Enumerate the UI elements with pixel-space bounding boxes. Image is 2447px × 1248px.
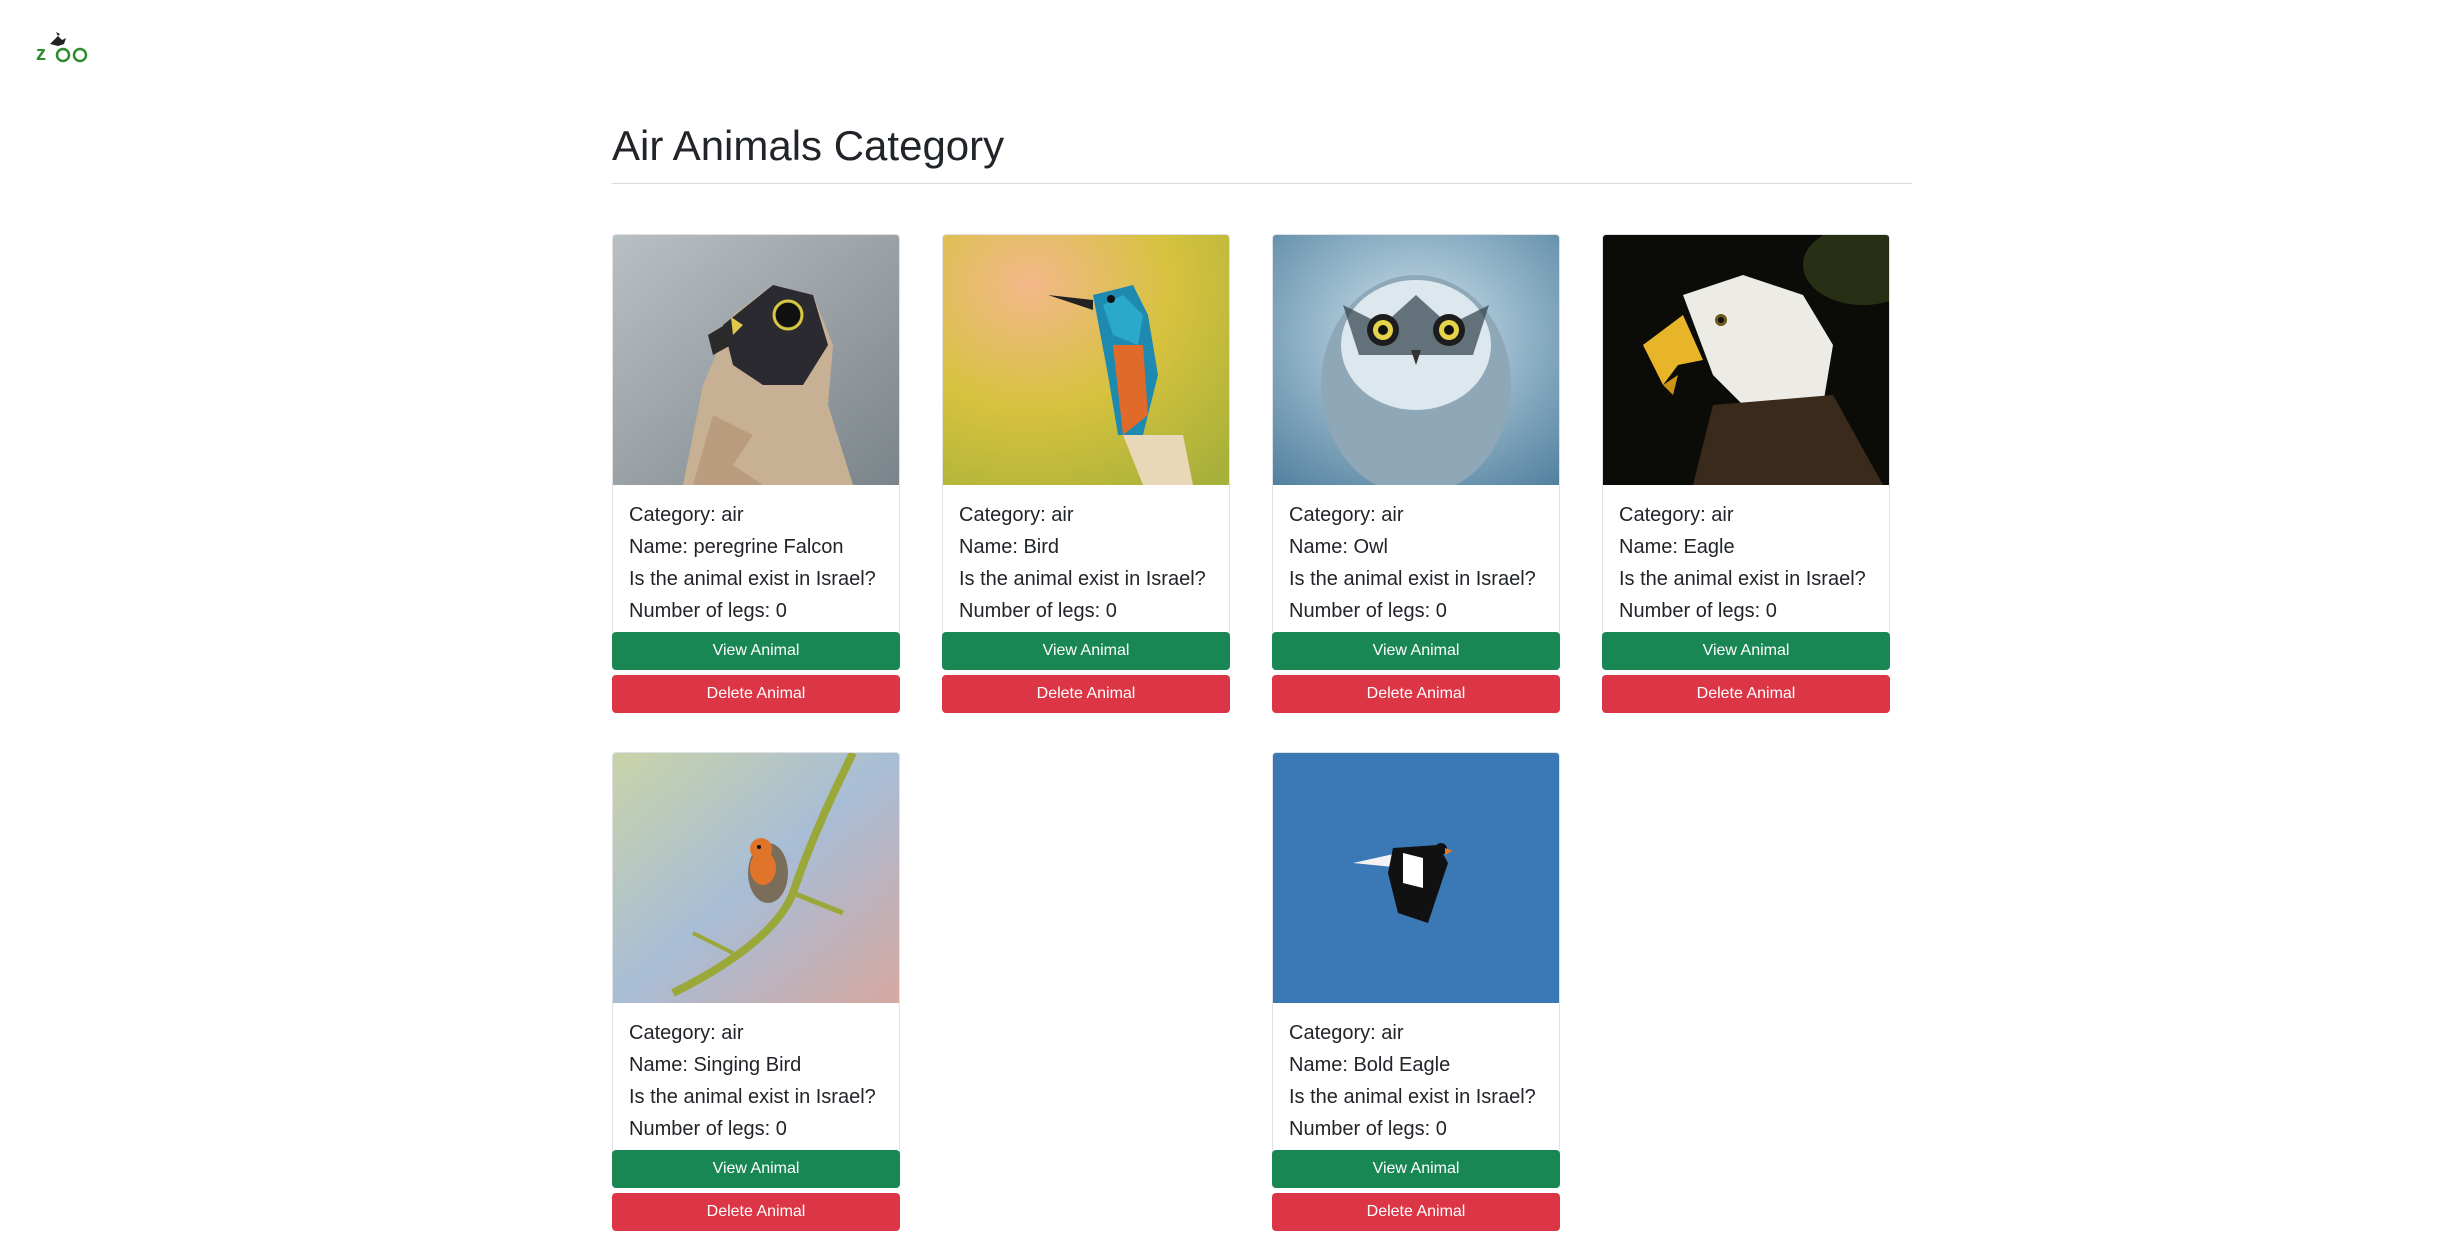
zoo-logo[interactable]: z [36, 30, 92, 66]
card-legs: Number of legs: 0 [959, 600, 1117, 622]
card-exist: Is the animal exist in Israel? [629, 568, 876, 590]
card-name: Name: Bold Eagle [1289, 1054, 1451, 1076]
zoo-logo-icon: z [36, 32, 88, 65]
view-animal-button[interactable]: View Animal [1272, 632, 1560, 670]
card-category: Category: air [629, 1022, 744, 1044]
card-legs: Number of legs: 0 [1289, 1118, 1447, 1140]
card-legs: Number of legs: 0 [1289, 600, 1447, 622]
animal-card: Category: air Name: Eagle Is the animal … [1602, 234, 1890, 713]
card-exist: Is the animal exist in Israel? [629, 1086, 876, 1108]
animal-card: Category: air Name: Bold Eagle Is the an… [1272, 752, 1560, 1231]
view-animal-button[interactable]: View Animal [1272, 1150, 1560, 1188]
delete-animal-button[interactable]: Delete Animal [1272, 675, 1560, 713]
delete-animal-button[interactable]: Delete Animal [942, 675, 1230, 713]
card-name: Name: Eagle [1619, 536, 1735, 558]
animal-card: Category: air Name: peregrine Falcon Is … [612, 234, 900, 713]
delete-animal-button[interactable]: Delete Animal [612, 1193, 900, 1231]
card-exist: Is the animal exist in Israel? [959, 568, 1206, 590]
card-category: Category: air [959, 504, 1074, 526]
delete-animal-button[interactable]: Delete Animal [612, 675, 900, 713]
card-name: Name: Singing Bird [629, 1054, 802, 1076]
card-category: Category: air [1289, 1022, 1404, 1044]
delete-animal-button[interactable]: Delete Animal [1602, 675, 1890, 713]
card-category: Category: air [1619, 504, 1734, 526]
card-legs: Number of legs: 0 [629, 1118, 787, 1140]
card-name: Name: peregrine Falcon [629, 536, 844, 558]
view-animal-button[interactable]: View Animal [612, 1150, 900, 1188]
view-animal-button[interactable]: View Animal [612, 632, 900, 670]
card-name: Name: Owl [1289, 536, 1388, 558]
view-animal-button[interactable]: View Animal [1602, 632, 1890, 670]
card-category: Category: air [629, 504, 744, 526]
card-legs: Number of legs: 0 [629, 600, 787, 622]
page-title: Air Animals Category [612, 122, 1005, 169]
title-divider [612, 183, 1912, 184]
animal-card: Category: air Name: Bird Is the animal e… [942, 234, 1230, 713]
kingfisher-image [943, 235, 1229, 485]
card-name: Name: Bird [959, 536, 1060, 558]
eagle-image [1603, 235, 1889, 485]
svg-text:z: z [36, 43, 46, 65]
falcon-image [613, 235, 899, 485]
flying-bird-image [1273, 753, 1559, 1003]
owl-image [1273, 235, 1559, 485]
view-animal-button[interactable]: View Animal [942, 632, 1230, 670]
delete-animal-button[interactable]: Delete Animal [1272, 1193, 1560, 1231]
animal-card: Category: air Name: Singing Bird Is the … [612, 752, 900, 1231]
card-legs: Number of legs: 0 [1619, 600, 1777, 622]
animal-card: Category: air Name: Owl Is the animal ex… [1272, 234, 1560, 713]
card-exist: Is the animal exist in Israel? [1619, 568, 1866, 590]
robin-image [613, 753, 899, 1003]
card-category: Category: air [1289, 504, 1404, 526]
card-exist: Is the animal exist in Israel? [1289, 568, 1536, 590]
card-exist: Is the animal exist in Israel? [1289, 1086, 1536, 1108]
